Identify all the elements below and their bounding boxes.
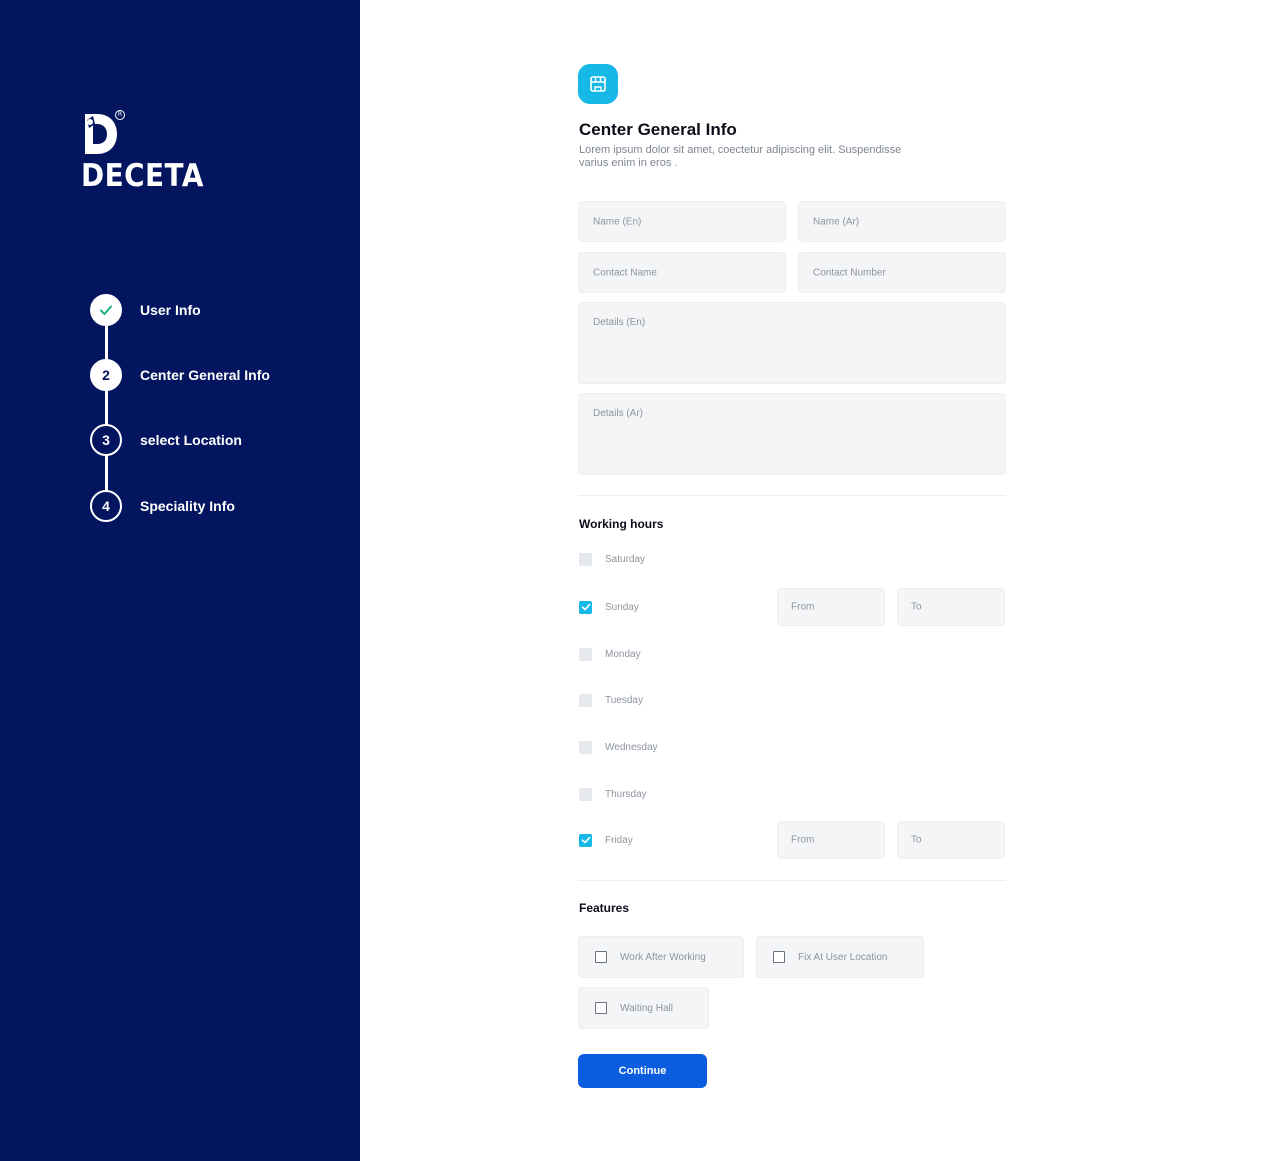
checkbox[interactable] xyxy=(579,740,592,754)
sunday-to-field[interactable]: To xyxy=(897,588,1005,626)
step-label: Center General Info xyxy=(140,367,270,383)
checkbox[interactable] xyxy=(579,552,592,566)
details-en-placeholder: Details (En) xyxy=(593,317,646,328)
check-icon xyxy=(581,836,590,844)
name-en-placeholder: Name (En) xyxy=(593,216,642,227)
brand-name: DECETA xyxy=(81,158,204,194)
contact-name-placeholder: Contact Name xyxy=(593,267,657,278)
checkbox-checked[interactable] xyxy=(579,833,592,847)
divider xyxy=(578,495,1006,496)
checkbox[interactable] xyxy=(579,647,592,661)
sunday-from-field[interactable]: From xyxy=(777,588,885,626)
brand-logo: R DECETA xyxy=(81,108,211,194)
friday-to-field[interactable]: To xyxy=(897,821,1005,859)
check-icon xyxy=(581,603,590,611)
contact-name-field[interactable]: Contact Name xyxy=(578,252,786,293)
contact-number-field[interactable]: Contact Number xyxy=(798,252,1006,293)
step-select-location[interactable]: 3 select Location xyxy=(90,423,330,457)
checkbox[interactable] xyxy=(579,787,592,801)
feature-label: Fix At User Location xyxy=(798,951,888,963)
friday-from-field[interactable]: From xyxy=(777,821,885,859)
day-sunday[interactable]: Sunday xyxy=(579,600,639,614)
day-label: Monday xyxy=(605,648,641,660)
registered-mark: R xyxy=(115,110,125,120)
checkbox[interactable] xyxy=(595,1002,607,1014)
name-en-field[interactable]: Name (En) xyxy=(578,201,786,242)
feature-waiting-hall[interactable]: Waiting Hall xyxy=(578,987,709,1029)
day-saturday[interactable]: Saturday xyxy=(579,552,645,566)
store-icon xyxy=(578,64,618,104)
step-user-info[interactable]: User Info xyxy=(90,293,330,327)
step-label: select Location xyxy=(140,432,242,448)
check-icon xyxy=(100,305,112,315)
day-label: Wednesday xyxy=(605,741,658,753)
from-placeholder: From xyxy=(791,601,815,613)
checkbox-checked[interactable] xyxy=(579,600,592,614)
step-center-general-info[interactable]: 2 Center General Info xyxy=(90,358,330,392)
to-placeholder: To xyxy=(911,834,922,846)
day-label: Tuesday xyxy=(605,694,643,706)
day-label: Sunday xyxy=(605,601,639,613)
stepper-line xyxy=(105,310,108,506)
feature-work-after-working[interactable]: Work After Working xyxy=(578,936,744,978)
step-done-circle xyxy=(90,294,122,326)
checkbox[interactable] xyxy=(595,951,607,963)
day-label: Thursday xyxy=(605,788,647,800)
checkbox[interactable] xyxy=(773,951,785,963)
day-thursday[interactable]: Thursday xyxy=(579,787,647,801)
feature-label: Work After Working xyxy=(620,951,706,963)
sidebar: R DECETA User Info 2 Center General Info… xyxy=(0,0,360,1161)
step-label: User Info xyxy=(140,302,201,318)
features-title: Features xyxy=(579,901,630,915)
name-ar-placeholder: Name (Ar) xyxy=(813,216,860,227)
feature-fix-at-user-location[interactable]: Fix At User Location xyxy=(756,936,924,978)
step-speciality-info[interactable]: 4 Speciality Info xyxy=(90,489,330,523)
continue-button[interactable]: Continue xyxy=(578,1054,707,1088)
day-friday[interactable]: Friday xyxy=(579,833,633,847)
day-label: Saturday xyxy=(605,553,646,565)
feature-label: Waiting Hall xyxy=(620,1002,673,1014)
checkbox[interactable] xyxy=(579,693,592,707)
to-placeholder: To xyxy=(911,601,922,613)
step-label: Speciality Info xyxy=(140,498,235,514)
page-title: Center General Info xyxy=(579,120,737,139)
contact-number-placeholder: Contact Number xyxy=(813,267,886,278)
details-ar-placeholder: Details (Ar) xyxy=(593,408,644,419)
page-description: Lorem ipsum dolor sit amet, coectetur ad… xyxy=(579,144,902,169)
step-number: 4 xyxy=(90,490,122,522)
details-en-field[interactable]: Details (En) xyxy=(578,302,1006,384)
name-ar-field[interactable]: Name (Ar) xyxy=(798,201,1006,242)
details-ar-field[interactable]: Details (Ar) xyxy=(578,393,1006,475)
step-number: 3 xyxy=(90,424,122,456)
day-wednesday[interactable]: Wednesday xyxy=(579,740,658,754)
day-tuesday[interactable]: Tuesday xyxy=(579,693,643,707)
from-placeholder: From xyxy=(791,834,815,846)
step-number: 2 xyxy=(90,359,122,391)
working-hours-title: Working hours xyxy=(579,517,664,531)
day-label: Friday xyxy=(605,834,633,846)
divider xyxy=(578,880,1006,881)
day-monday[interactable]: Monday xyxy=(579,647,641,661)
